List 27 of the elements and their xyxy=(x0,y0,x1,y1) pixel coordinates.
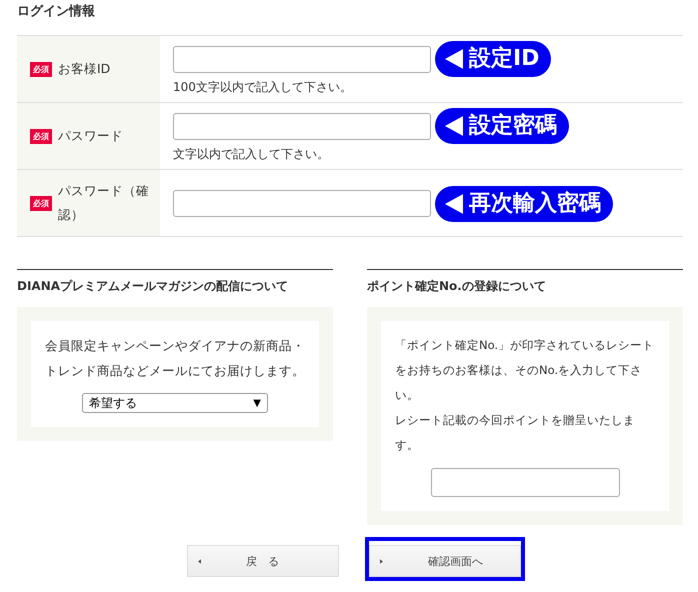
required-badge: 必須 xyxy=(30,196,52,210)
left-triangle-icon xyxy=(445,116,463,136)
nav-button[interactable]: 戻 る xyxy=(187,545,339,577)
input-field[interactable] xyxy=(173,112,431,140)
field-label: パスワード xyxy=(58,127,123,146)
callout-label: 再次輸入密碼 xyxy=(435,186,613,222)
field-label: パスワード（確認） xyxy=(58,182,150,224)
description-text: 「ポイント確定No.」が印字されているレシートをお持ちのお客様は、そのNo.を入力して下さい。 xyxy=(395,337,655,404)
required-badge: 必須 xyxy=(30,62,52,76)
input-field[interactable] xyxy=(430,468,620,497)
callout-label: 設定ID xyxy=(435,41,552,78)
required-badge: 必須 xyxy=(30,128,52,144)
dropdown[interactable]: 希望する ▼ xyxy=(82,393,268,413)
input-field[interactable] xyxy=(173,46,431,73)
hint-text: 100文字以内で記入して下さい。 xyxy=(173,79,352,96)
hint-text: 文字以内で記入して下さい。 xyxy=(173,146,329,164)
left-triangle-icon xyxy=(445,49,463,70)
right-triangle-icon xyxy=(380,558,383,564)
left-triangle-icon xyxy=(198,558,201,564)
description-text: 会員限定キャンペーンやダイアナの新商品・トレンド商品などメールにてお届けします。 xyxy=(45,337,305,380)
description-text: レシート記載の今回ポイントを贈呈いたします。 xyxy=(395,412,636,454)
section-title: ログイン情報 xyxy=(16,3,96,21)
field-label: お客様ID xyxy=(58,60,110,78)
callout-label: 設定密碼 xyxy=(435,108,569,144)
input-field[interactable] xyxy=(173,190,431,217)
left-triangle-icon xyxy=(445,194,463,214)
nav-button[interactable]: 確認画面へ xyxy=(369,545,521,577)
